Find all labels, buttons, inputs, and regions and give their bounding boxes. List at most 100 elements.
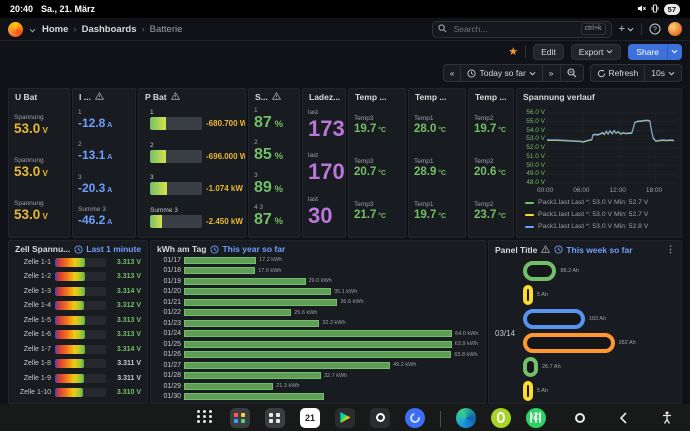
cell-label: Zelle 1-8 bbox=[15, 360, 51, 367]
stat-unit: % bbox=[272, 151, 283, 162]
stat-unit: V bbox=[40, 212, 48, 221]
legend-item[interactable]: Pack1.last Last *: 53.0 V Min: 52.7 V bbox=[525, 199, 648, 206]
stat-unit: V bbox=[40, 126, 48, 135]
back-button[interactable] bbox=[619, 412, 628, 424]
zoom-out-icon[interactable] bbox=[561, 64, 584, 82]
cell-label: Zelle 1-6 bbox=[15, 331, 51, 338]
stat: Temp128.9 °C bbox=[414, 158, 460, 178]
warning-icon bbox=[541, 245, 550, 255]
ah-bar bbox=[523, 309, 585, 329]
panel-time-link[interactable]: This week so far bbox=[554, 245, 632, 255]
panel-header: Temp ... bbox=[469, 89, 513, 103]
taskbar-apps: 21✆ bbox=[195, 408, 546, 428]
stat-body: Spannung53.0 VSpannung53.0 VSpannung53.0… bbox=[9, 103, 69, 237]
legend-item[interactable]: Pack1.last Last *: 53.0 V Min: 52.8 V bbox=[525, 223, 648, 230]
stat-label: Temp3 bbox=[354, 115, 400, 123]
search-box[interactable]: ctrl+k bbox=[432, 21, 612, 38]
chevron-down-icon[interactable] bbox=[29, 20, 36, 38]
stat-body: Temp319.7 °CTemp320.7 °CTemp321.7 °C bbox=[349, 103, 405, 237]
bar-gauge: Summe 3-2.450 kW bbox=[144, 206, 240, 228]
panel-title: Panel Title bbox=[495, 245, 537, 255]
panel-header: I ... bbox=[73, 89, 135, 103]
panel-zell-spannung: Zell Spannu...Last 1 minuteZelle 1-13.31… bbox=[8, 240, 148, 404]
share-button[interactable]: Share bbox=[628, 44, 667, 60]
gauge-value: -680.700 W bbox=[206, 119, 246, 128]
breadcrumb-item[interactable]: Dashboards bbox=[82, 24, 137, 35]
cell-gauge-track bbox=[55, 287, 106, 296]
time-controls: « Today so far » Refresh 10s bbox=[443, 64, 682, 82]
warning-icon bbox=[272, 92, 281, 100]
bixby-app-icon[interactable] bbox=[491, 408, 511, 428]
kwh-value: 63.8 kWh bbox=[454, 352, 477, 358]
grafana-logo[interactable] bbox=[8, 22, 23, 37]
export-button[interactable]: Export bbox=[571, 44, 622, 60]
panel-title: I ... bbox=[79, 92, 91, 102]
breadcrumb-item[interactable]: Home bbox=[42, 24, 68, 35]
calendar-app-icon[interactable]: 21 bbox=[300, 408, 320, 428]
refresh-button[interactable]: Refresh bbox=[590, 64, 646, 82]
panel-temp-3: Temp ...Temp319.7 °CTemp320.7 °CTemp321.… bbox=[348, 88, 406, 238]
kwh-value: 25.6 kWh bbox=[294, 310, 317, 316]
kwh-bar-row: 01/2464.0 kWh bbox=[151, 329, 485, 340]
cell-gauge-fill bbox=[55, 272, 85, 281]
screen: 20:40 Sa., 21. März 57 Home›Dashboards›B… bbox=[0, 0, 690, 431]
screen-recorder-app-icon[interactable] bbox=[370, 408, 390, 428]
panel-menu-icon[interactable]: ⋮ bbox=[666, 244, 675, 255]
cell-gauge-fill bbox=[55, 374, 84, 383]
cell-label: Zelle 1-3 bbox=[15, 288, 51, 295]
panel-title: kWh am Tag bbox=[157, 244, 206, 254]
recents-button[interactable] bbox=[530, 412, 541, 423]
cell-gauge-track bbox=[55, 359, 106, 368]
kwh-value: 17.2 kWh bbox=[259, 257, 282, 263]
ah-bar bbox=[523, 261, 556, 281]
breadcrumb-item[interactable]: Batterie bbox=[150, 24, 183, 35]
legend-item[interactable]: Pack1.last Last *: 53.0 V Min: 52.7 V bbox=[525, 211, 648, 218]
kwh-value: 36.6 kWh bbox=[340, 299, 363, 305]
stat-unit: °C bbox=[376, 170, 386, 177]
gauge-label: 1 bbox=[150, 108, 234, 117]
stat: Temp219.7 °C bbox=[474, 115, 508, 135]
favorite-star-icon[interactable]: ★ bbox=[508, 45, 518, 58]
stat-value: 23.7 °C bbox=[474, 209, 508, 221]
folder-apps-colored-icon[interactable] bbox=[230, 408, 250, 428]
home-button[interactable] bbox=[575, 413, 585, 423]
legend-color-dash bbox=[525, 226, 534, 228]
bar-gauge: 1-680.700 W bbox=[144, 108, 240, 130]
folder-apps-white-icon[interactable] bbox=[265, 408, 285, 428]
edit-button[interactable]: Edit bbox=[533, 44, 564, 60]
ah-bar-row: 5 Ah bbox=[523, 285, 548, 305]
stat: 285 % bbox=[254, 139, 294, 164]
edge-app-icon[interactable] bbox=[456, 408, 476, 428]
time-range-picker[interactable]: Today so far bbox=[461, 64, 542, 82]
cell-value: 3.310 V bbox=[110, 389, 141, 396]
refresh-interval-picker[interactable]: 10s bbox=[645, 64, 682, 82]
app-drawer-icon[interactable] bbox=[195, 408, 215, 428]
battery-indicator: 57 bbox=[664, 4, 680, 15]
warning-icon bbox=[171, 92, 180, 100]
cell-value: 3.314 V bbox=[110, 346, 141, 353]
kwh-bar bbox=[184, 351, 451, 358]
time-forward-button[interactable]: » bbox=[543, 64, 561, 82]
samsung-internet-app-icon[interactable] bbox=[405, 408, 425, 428]
play-store-app-icon[interactable] bbox=[335, 408, 355, 428]
share-menu-caret[interactable] bbox=[667, 44, 682, 60]
stat-value: 87 % bbox=[254, 212, 294, 229]
gauge-track bbox=[150, 117, 202, 130]
search-input[interactable] bbox=[452, 23, 576, 35]
stat-body: Temp219.7 °CTemp220.6 °CTemp223.7 °C bbox=[469, 103, 513, 237]
accessibility-person-icon[interactable] bbox=[662, 411, 672, 424]
stat-unit: V bbox=[40, 169, 48, 178]
kwh-bar bbox=[184, 372, 321, 379]
add-button[interactable]: + bbox=[619, 23, 634, 35]
stat-unit: °C bbox=[376, 127, 386, 134]
avatar[interactable] bbox=[668, 22, 682, 36]
time-back-button[interactable]: « bbox=[443, 64, 462, 82]
help-icon[interactable]: ? bbox=[649, 23, 661, 35]
stat: Temp220.6 °C bbox=[474, 158, 508, 178]
stat-body: Temp128.0 °CTemp128.9 °CTemp119.7 °C bbox=[409, 103, 465, 237]
panel-time-link[interactable]: Last 1 minute bbox=[74, 244, 141, 254]
panel-time-link[interactable]: This year so far bbox=[210, 244, 285, 254]
cell-gauge-fill bbox=[55, 345, 85, 354]
kwh-bar bbox=[184, 330, 452, 337]
cell-label: Zelle 1-2 bbox=[15, 273, 51, 280]
